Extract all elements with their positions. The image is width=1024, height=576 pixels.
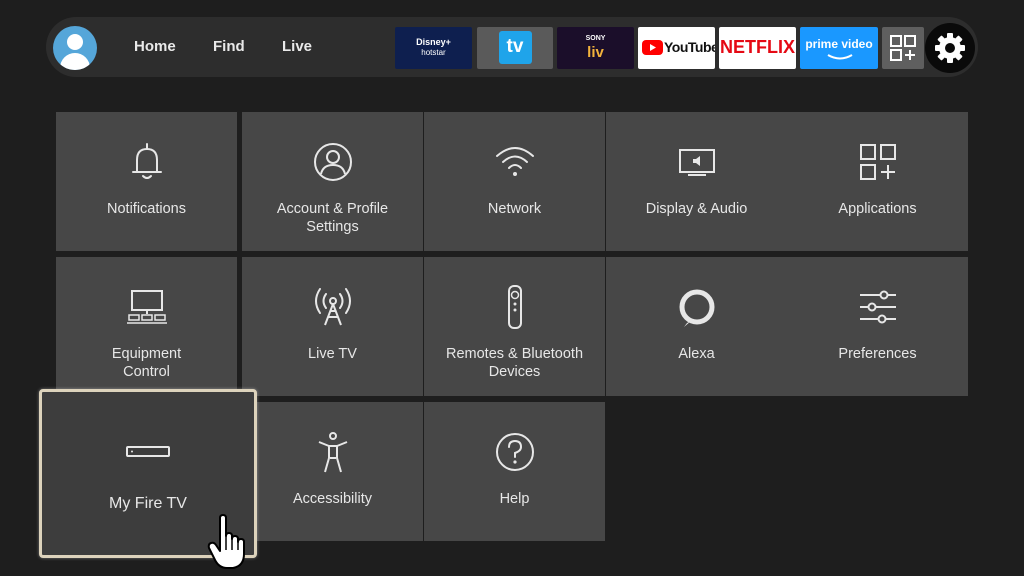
- tile-equipment-control[interactable]: Equipment Control: [56, 257, 237, 396]
- tile-label-line2: Devices: [488, 364, 541, 380]
- bell-icon: [131, 143, 162, 179]
- tile-label: Remotes & Bluetooth Devices: [428, 345, 601, 381]
- tile-label: My Fire TV: [109, 495, 187, 512]
- tile-alexa[interactable]: Alexa: [606, 257, 787, 396]
- tile-label: Equipment Control: [60, 345, 233, 381]
- tile-label-line1: Equipment: [111, 346, 182, 362]
- avatar-head: [67, 34, 83, 50]
- monitor-equipment-icon: [126, 290, 167, 324]
- app-disney-hotstar[interactable]: Disney+ hotstar: [395, 27, 472, 69]
- app-youtube[interactable]: YouTube: [638, 27, 715, 69]
- wifi-icon: [495, 147, 534, 176]
- help-question-icon: [495, 433, 534, 471]
- tile-label: Applications: [838, 201, 917, 217]
- hand-pointer-cursor-icon: [207, 514, 245, 569]
- tile-network[interactable]: Network: [424, 112, 605, 251]
- all-apps-button[interactable]: [882, 27, 924, 69]
- profile-avatar[interactable]: [53, 26, 97, 70]
- tile-label: Live TV: [308, 346, 357, 362]
- tile-label: Display & Audio: [645, 201, 748, 217]
- tile-account-profile-settings[interactable]: Account & Profile Settings: [242, 112, 423, 251]
- tile-label: Network: [487, 201, 542, 217]
- app-tv[interactable]: tv: [477, 27, 553, 69]
- apps-icon: [859, 144, 896, 180]
- tile-label-line2: Settings: [306, 219, 359, 235]
- gear-icon: [935, 33, 965, 63]
- tile-label: Notifications: [107, 201, 186, 217]
- settings-button[interactable]: [925, 23, 975, 73]
- accessibility-person-icon: [318, 432, 347, 473]
- broadcast-tower-icon: [314, 288, 351, 326]
- tile-notifications[interactable]: Notifications: [56, 112, 237, 251]
- user-circle-icon: [313, 143, 352, 181]
- tile-help[interactable]: Help: [424, 402, 605, 541]
- tile-preferences[interactable]: Preferences: [787, 257, 968, 396]
- youtube-play-icon: [642, 40, 663, 55]
- tile-label-line1: Remotes & Bluetooth: [445, 346, 584, 362]
- apps-grid-icon: [890, 35, 916, 61]
- tile-label: Preferences: [838, 346, 917, 362]
- fire-tv-device-icon: [126, 446, 170, 457]
- netflix-label: NETFLIX: [720, 37, 795, 57]
- tile-remotes-bluetooth[interactable]: Remotes & Bluetooth Devices: [424, 257, 605, 396]
- app-prime-video[interactable]: prime video: [800, 27, 878, 69]
- sonyliv-subbrand: liv: [587, 44, 604, 61]
- tile-label: Alexa: [678, 346, 715, 362]
- tile-accessibility[interactable]: Accessibility: [242, 402, 423, 541]
- nav-live[interactable]: Live: [282, 38, 312, 55]
- hotstar-brand: Disney+: [416, 37, 451, 47]
- tile-display-audio[interactable]: Display & Audio: [606, 112, 787, 251]
- app-netflix[interactable]: NETFLIX: [719, 27, 796, 69]
- prime-smile-icon: [827, 54, 853, 60]
- sonyliv-brand: SONY: [585, 35, 606, 42]
- app-sony-liv[interactable]: SONY liv: [557, 27, 634, 69]
- youtube-label: YouTube: [664, 39, 715, 55]
- alexa-icon: [679, 289, 714, 327]
- tile-label: Account & Profile Settings: [246, 200, 419, 236]
- tile-live-tv[interactable]: Live TV: [242, 257, 423, 396]
- sliders-icon: [859, 290, 896, 324]
- tile-label: Accessibility: [293, 491, 372, 507]
- hotstar-subbrand: hotstar: [421, 48, 446, 57]
- avatar-body: [60, 53, 90, 70]
- nav-home[interactable]: Home: [134, 38, 176, 55]
- tile-label-line1: Account & Profile: [276, 201, 389, 217]
- tile-label-line2: Control: [123, 364, 170, 380]
- tv-speaker-icon: [678, 149, 715, 176]
- tile-label: Help: [499, 491, 530, 507]
- tv-label: tv: [506, 36, 524, 57]
- nav-find[interactable]: Find: [213, 38, 245, 55]
- prime-label: prime video: [805, 37, 873, 51]
- tile-applications[interactable]: Applications: [787, 112, 968, 251]
- remote-icon: [507, 285, 522, 329]
